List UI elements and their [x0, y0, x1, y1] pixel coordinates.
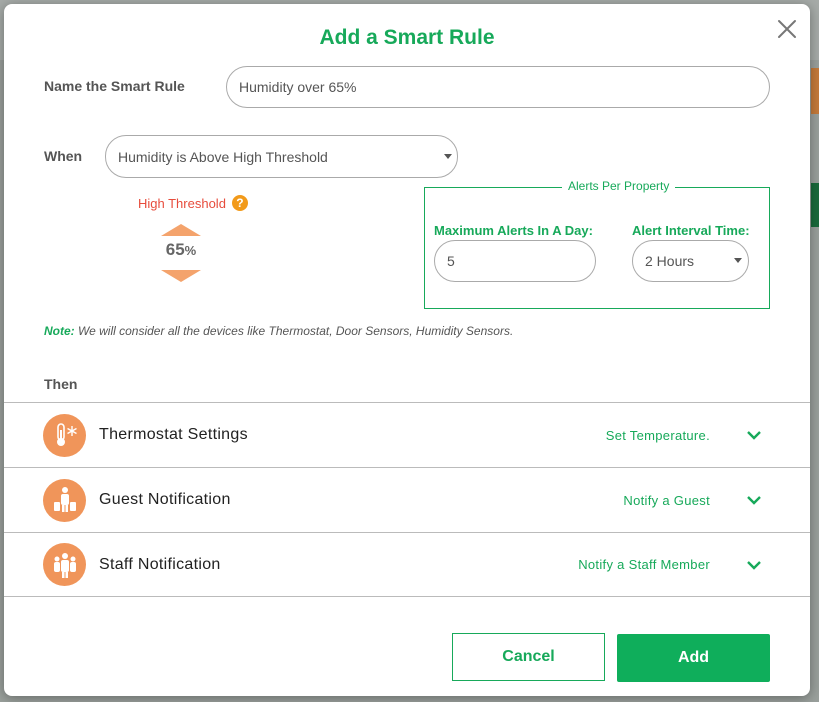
when-label: When [44, 148, 83, 164]
alert-interval-label: Alert Interval Time: [632, 223, 750, 238]
threshold-unit: % [184, 243, 197, 258]
high-threshold-text: High Threshold [138, 195, 226, 211]
thermostat-icon [43, 413, 86, 457]
chevron-down-icon [444, 154, 452, 159]
when-select[interactable]: Humidity is Above High Threshold [105, 135, 458, 178]
note-text: We will consider all the devices like Th… [74, 324, 514, 338]
rule-name-input[interactable]: Humidity over 65% [226, 66, 770, 108]
action-title: Guest Notification [99, 491, 231, 508]
alert-interval-value: 2 Hours [645, 253, 695, 269]
action-title: Staff Notification [99, 555, 221, 573]
max-alerts-input[interactable]: 5 [434, 240, 596, 282]
guest-icon [43, 478, 86, 522]
chevron-down-icon[interactable] [746, 492, 762, 508]
background-accent-green [811, 183, 819, 227]
threshold-decrease-arrow[interactable] [161, 270, 201, 282]
high-threshold-label: High Threshold ? [138, 195, 248, 211]
alert-interval-select[interactable]: 2 Hours [632, 240, 749, 282]
action-row-thermostat[interactable]: Thermostat Settings Set Temperature. [4, 402, 810, 467]
chevron-down-icon[interactable] [746, 557, 762, 573]
max-alerts-value: 5 [447, 253, 455, 269]
cancel-button[interactable]: Cancel [452, 633, 605, 681]
action-subtitle: Notify a Guest [623, 492, 710, 508]
threshold-number: 65 [165, 240, 185, 259]
threshold-increase-arrow[interactable] [161, 224, 201, 236]
action-subtitle: Notify a Staff Member [578, 557, 710, 572]
add-button[interactable]: Add [617, 634, 770, 682]
help-icon[interactable]: ? [231, 195, 248, 211]
devices-note: Note: We will consider all the devices l… [44, 324, 513, 338]
note-prefix: Note: [44, 324, 75, 338]
action-subtitle: Set Temperature. [605, 427, 710, 443]
chevron-down-icon[interactable] [746, 427, 762, 443]
close-icon[interactable] [776, 18, 798, 40]
chevron-down-icon [734, 258, 742, 263]
background-accent-orange [811, 68, 819, 114]
threshold-value: 65% [154, 240, 208, 260]
alerts-legend: Alerts Per Property [562, 179, 676, 193]
modal-title: Add a Smart Rule [319, 26, 495, 49]
action-title: Thermostat Settings [99, 426, 248, 443]
name-label: Name the Smart Rule [44, 78, 185, 94]
add-smart-rule-modal: Add a Smart Rule Name the Smart Rule Hum… [4, 4, 810, 696]
when-select-value: Humidity is Above High Threshold [118, 148, 328, 165]
action-row-guest[interactable]: Guest Notification Notify a Guest [4, 467, 810, 532]
then-label: Then [44, 376, 78, 392]
rule-name-value: Humidity over 65% [239, 79, 357, 95]
max-alerts-label: Maximum Alerts In A Day: [434, 223, 593, 238]
staff-icon [43, 543, 86, 586]
alerts-per-property-group: Alerts Per Property Maximum Alerts In A … [424, 179, 770, 309]
action-row-staff[interactable]: Staff Notification Notify a Staff Member [4, 532, 810, 597]
